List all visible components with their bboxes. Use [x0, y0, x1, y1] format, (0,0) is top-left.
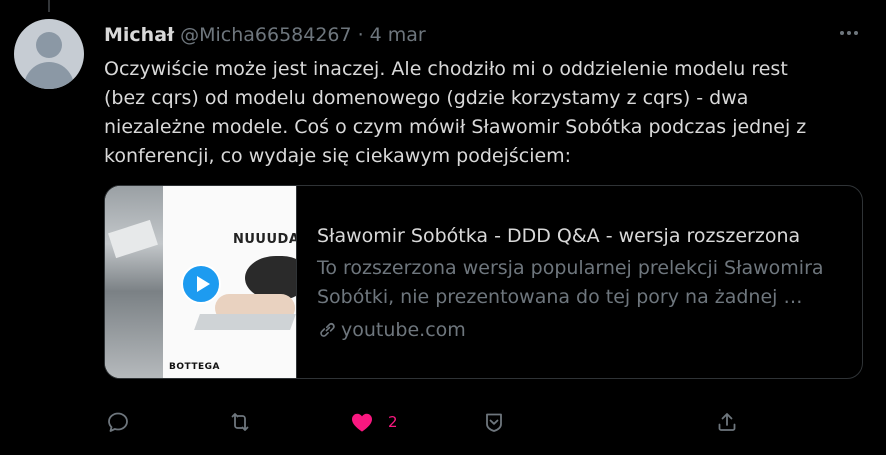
- bookmark-button[interactable]: [482, 406, 506, 438]
- author-handle[interactable]: @Micha66584267: [180, 24, 352, 46]
- bookmark-icon: [486, 413, 502, 432]
- card-title: Sławomir Sobótka - DDD Q&A - wersja rozs…: [317, 225, 801, 247]
- share-button[interactable]: [715, 406, 739, 438]
- card-body: Sławomir Sobótka - DDD Q&A - wersja rozs…: [317, 222, 847, 344]
- more-options-icon[interactable]: [836, 22, 862, 44]
- thumbnail-headline: NUUUDA!: [233, 232, 296, 247]
- author-name[interactable]: Michał: [104, 24, 174, 46]
- share-icon: [718, 413, 736, 431]
- card-description: To rozszerzona wersja popularnej prelekc…: [317, 254, 847, 312]
- tweet-header: Michał @Micha66584267 · 4 mar: [104, 22, 426, 48]
- reply-icon: [108, 412, 128, 432]
- thumbnail-office-photo: [105, 186, 165, 378]
- link-card[interactable]: NUUUDA! BOTTEGA Sławomir Sobótka - DDD Q…: [104, 185, 863, 379]
- video-thumbnail[interactable]: NUUUDA! BOTTEGA: [105, 186, 297, 378]
- thumbnail-laptop: [194, 314, 296, 330]
- avatar[interactable]: [14, 19, 84, 89]
- thumbnail-brand: BOTTEGA: [169, 362, 220, 372]
- tweet-text-line: niezależne modele. Coś o czym mówił Sław…: [104, 116, 807, 138]
- tweet-actions: 2: [0, 406, 886, 438]
- card-description-line: Sobótki, nie prezentowana do tej pory na…: [317, 286, 803, 308]
- retweet-icon: [231, 413, 249, 431]
- tweet-text-line: konferencji, co wydaje się ciekawym pode…: [104, 145, 572, 167]
- tweet-text-line: (bez cqrs) od modelu domenowego (gdzie k…: [104, 87, 749, 109]
- like-count: 2: [388, 413, 398, 431]
- avatar-body: [24, 62, 74, 89]
- play-icon[interactable]: [181, 264, 221, 304]
- card-domain: youtube.com: [341, 319, 466, 341]
- link-icon: [320, 322, 335, 337]
- avatar-head: [36, 32, 62, 58]
- retweet-button[interactable]: [228, 406, 252, 438]
- heart-icon: [352, 413, 372, 432]
- tweet-text-line: Oczywiście może jest inaczej. Ale chodzi…: [104, 58, 788, 80]
- card-link: youtube.com: [317, 316, 847, 344]
- card-description-line: To rozszerzona wersja popularnej prelekc…: [317, 257, 824, 279]
- header-separator: ·: [357, 24, 364, 46]
- tweet-text: Oczywiście może jest inaczej. Ale chodzi…: [104, 55, 844, 171]
- tweet-timestamp[interactable]: 4 mar: [370, 24, 426, 46]
- like-button[interactable]: 2: [350, 406, 398, 438]
- thread-line: [48, 0, 50, 12]
- reply-button[interactable]: [106, 406, 130, 438]
